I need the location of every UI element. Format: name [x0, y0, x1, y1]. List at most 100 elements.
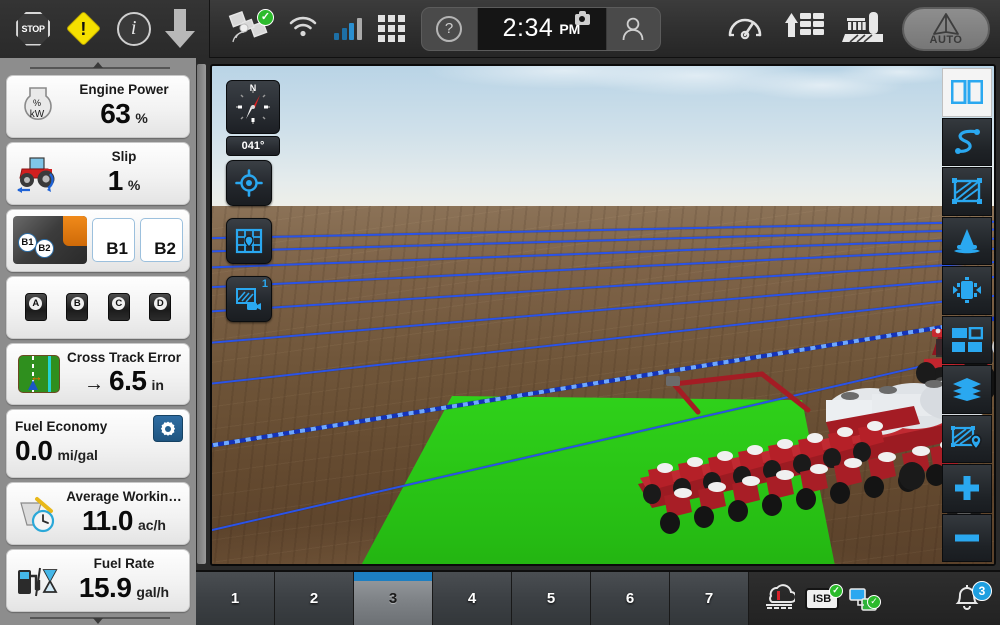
notifications-count: 3 [972, 581, 992, 601]
hotkey-a[interactable]: A [25, 293, 47, 321]
tractor-slip-icon [13, 152, 65, 194]
joystick-b2-bubble: B2 [35, 239, 54, 258]
panel-average-working-rate[interactable]: Average Workin… 11.0 ac/h [6, 482, 190, 545]
center-on-vehicle-button[interactable] [226, 160, 272, 206]
download-arrow-icon[interactable] [165, 9, 195, 49]
hotkey-d[interactable]: D [149, 293, 171, 321]
svg-text:%: % [33, 98, 41, 108]
help-button[interactable]: ? [422, 8, 478, 50]
map-vertical-scrollbar[interactable] [197, 64, 206, 564]
screenshot-camera-icon[interactable] [575, 14, 590, 25]
cross-track-error-direction: → [84, 373, 104, 396]
farm-field-button[interactable] [842, 8, 886, 49]
fuel-economy-settings-button[interactable] [153, 415, 183, 442]
panel-slip[interactable]: Slip 1 % [6, 142, 190, 205]
agricultural-display-screen: STOP ! i [0, 0, 1000, 625]
split-screen-button[interactable] [942, 68, 992, 117]
top-toolbar: STOP ! i [0, 0, 1000, 58]
field-guidance-view[interactable]: N 041° [210, 64, 996, 566]
gps-ok-check-icon: ✓ [257, 9, 274, 26]
tab-5[interactable]: 5 [512, 572, 591, 625]
top-toolbar-left-group: STOP ! i [0, 0, 210, 58]
gps-satellite-icon[interactable]: ✓ [228, 10, 272, 48]
tab-3[interactable]: 3 [354, 572, 433, 625]
data-transfer-button[interactable] [780, 9, 826, 48]
marker-cone-button[interactable] [942, 217, 992, 266]
screen-layout-button[interactable] [942, 316, 992, 365]
panel-cross-track-error[interactable]: ↔ Cross Track Error → 6.5 in [6, 343, 190, 406]
slip-title: Slip [112, 150, 137, 165]
fuel-rate-icon [13, 560, 65, 602]
stop-button[interactable]: STOP [14, 10, 52, 48]
panel-hotkeys: A B C D [6, 276, 190, 339]
joystick-slot-b1[interactable]: B1 [92, 218, 135, 262]
engine-power-icon: % kW [13, 84, 65, 128]
notifications-bell[interactable]: 3 [948, 579, 1000, 618]
panel-fuel-rate[interactable]: Fuel Rate 15.9 gal/h [6, 549, 190, 612]
warning-button-label: ! [80, 20, 86, 38]
fuel-rate-title: Fuel Rate [94, 557, 155, 572]
cellular-signal-icon[interactable] [334, 18, 362, 40]
zoom-out-button[interactable] [942, 514, 992, 563]
fuel-economy-unit: mi/gal [57, 447, 97, 463]
performance-gauge-button[interactable] [726, 9, 764, 48]
compass-face: N [226, 80, 280, 134]
cross-track-error-value: 6.5 [109, 365, 146, 397]
tab-1[interactable]: 1 [196, 572, 275, 625]
field-with-pin-button[interactable] [942, 415, 992, 464]
sidebar-scroll-down[interactable] [6, 612, 190, 625]
status-tray: ISB ✓ ✓ 3 [749, 572, 1000, 625]
joystick-slot-b2-label: B2 [154, 239, 176, 259]
network-status-icon[interactable]: ✓ [849, 587, 879, 611]
warning-button[interactable]: ! [64, 10, 102, 48]
info-button[interactable]: i [115, 10, 153, 48]
panel-engine-power[interactable]: % kW Engine Power 63 % [6, 75, 190, 138]
engine-power-value: 63 [100, 98, 130, 130]
user-profile-icon[interactable] [606, 8, 660, 50]
engine-power-title: Engine Power [79, 83, 168, 98]
tab-4[interactable]: 4 [433, 572, 512, 625]
working-rate-icon [13, 493, 65, 535]
hotkey-b-label: B [71, 297, 84, 310]
compass[interactable]: N 041° [226, 80, 280, 156]
network-ok-check-icon: ✓ [867, 595, 881, 609]
top-toolbar-right-group: AUTO [726, 7, 1000, 51]
tab-5-label: 5 [547, 590, 555, 607]
isb-status-icon[interactable]: ISB ✓ [805, 588, 839, 610]
field-map-view-button[interactable] [226, 218, 272, 264]
fuel-rate-value: 15.9 [79, 572, 132, 604]
hotkey-d-label: D [154, 297, 167, 310]
top-toolbar-status-group: ✓ ? [210, 7, 726, 51]
help-button-label: ? [436, 16, 462, 42]
hotkey-c[interactable]: C [108, 293, 130, 321]
sidebar-scroll-up[interactable] [6, 62, 190, 75]
fuel-rate-unit: gal/h [136, 584, 169, 600]
curved-track-button[interactable] [942, 118, 992, 167]
tab-3-label: 3 [389, 590, 397, 607]
hotkey-b[interactable]: B [66, 293, 88, 321]
camera-view-button[interactable]: 1 [226, 276, 272, 322]
map-layers-button[interactable] [942, 365, 992, 414]
average-working-rate-title: Average Workin… [66, 490, 182, 505]
cross-track-error-unit: in [151, 377, 163, 393]
panel-fuel-economy[interactable]: Fuel Economy 0.0 mi/gal [6, 409, 190, 478]
autosteer-button[interactable]: AUTO [902, 7, 990, 51]
tab-7-label: 7 [705, 590, 713, 607]
hotkey-a-label: A [29, 297, 42, 310]
joystick-slot-b1-label: B1 [106, 239, 128, 259]
clock-display[interactable]: 2:34 PM [478, 8, 606, 50]
tab-2[interactable]: 2 [275, 572, 354, 625]
tab-6[interactable]: 6 [591, 572, 670, 625]
implement-width-button[interactable] [942, 266, 992, 315]
fuel-economy-value: 0.0 [15, 435, 52, 467]
tab-7[interactable]: 7 [670, 572, 749, 625]
field-boundary-button[interactable] [942, 167, 992, 216]
cloud-sync-icon[interactable] [763, 582, 795, 615]
joystick-slot-b2[interactable]: B2 [140, 218, 183, 262]
wifi-icon[interactable] [288, 14, 318, 43]
zoom-in-button[interactable] [942, 464, 992, 513]
tab-2-label: 2 [310, 590, 318, 607]
metrics-sidebar: % kW Engine Power 63 % [0, 58, 196, 625]
app-grid-icon[interactable] [378, 15, 405, 42]
stop-button-label: STOP [22, 24, 45, 34]
